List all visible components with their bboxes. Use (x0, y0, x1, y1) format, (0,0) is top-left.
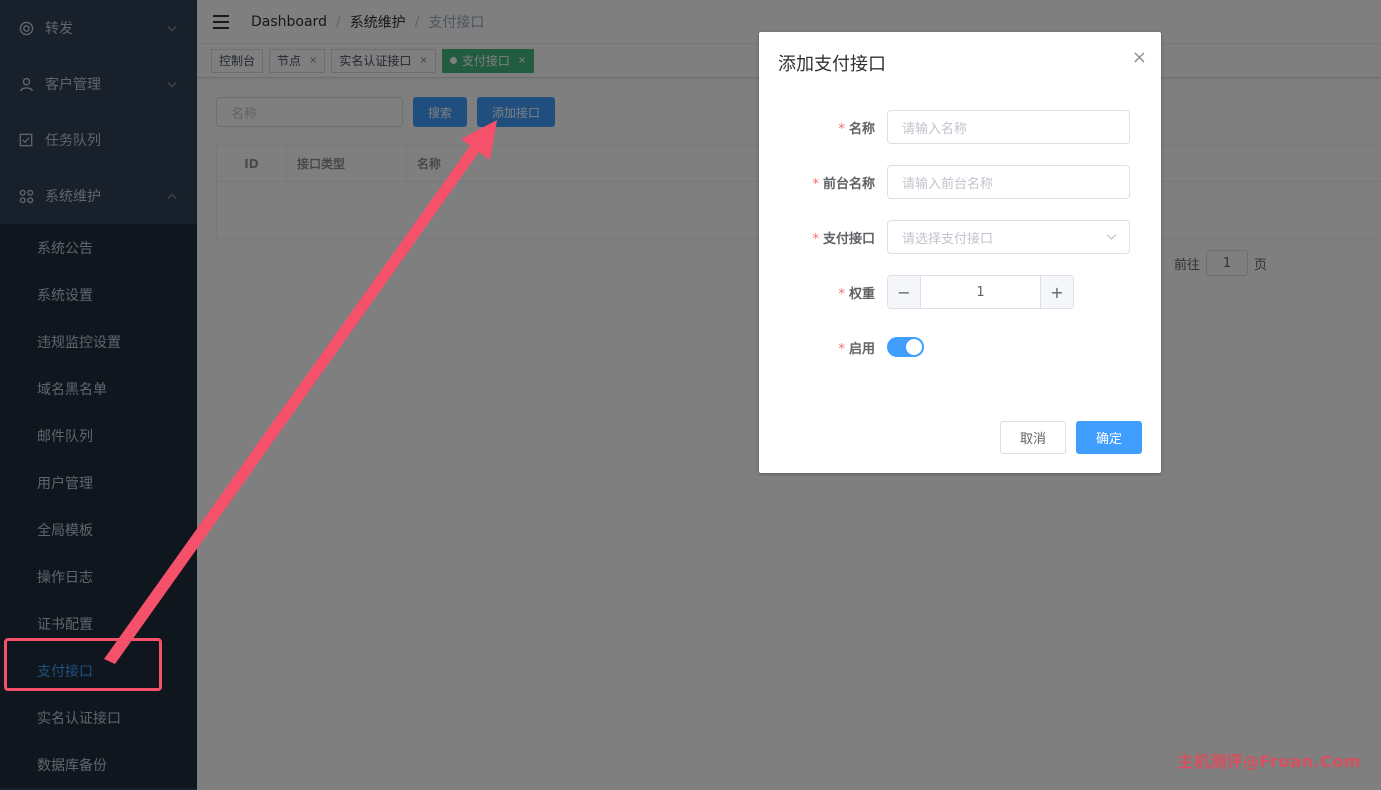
watermark: 主机测评@Fruan.Com (1177, 752, 1361, 771)
form-row-gateway: * 支付接口 请选择支付接口 (759, 220, 1161, 254)
increment-button[interactable]: + (1040, 276, 1073, 308)
front-name-input[interactable]: 请输入前台名称 (887, 165, 1130, 199)
form-row-weight: * 权重 − 1 + (759, 275, 1161, 309)
form-row-enabled: * 启用 (759, 330, 1161, 364)
close-icon[interactable]: × (1132, 49, 1147, 67)
cancel-button[interactable]: 取消 (999, 421, 1066, 454)
form-row-name: * 名称 请输入名称 (759, 110, 1161, 144)
dialog-footer: 取消 确定 (999, 421, 1142, 454)
form-label: * 权重 (838, 286, 875, 302)
add-payment-dialog: 添加支付接口 × * 名称 请输入名称 * 前台名称 请输入前台名称 * 支付接口 请… (759, 32, 1161, 473)
confirm-button[interactable]: 确定 (1075, 421, 1142, 454)
gateway-select[interactable]: 请选择支付接口 (887, 220, 1130, 254)
form-label: * 支付接口 (812, 231, 875, 247)
form-label: * 启用 (838, 341, 875, 357)
enabled-toggle[interactable] (887, 337, 924, 357)
name-input[interactable]: 请输入名称 (887, 110, 1130, 144)
chevron-down-icon (1106, 230, 1117, 245)
weight-value[interactable]: 1 (921, 276, 1040, 308)
form-row-front-name: * 前台名称 请输入前台名称 (759, 165, 1161, 199)
form-label: * 前台名称 (812, 176, 875, 192)
toggle-knob (906, 339, 922, 355)
weight-stepper: − 1 + (887, 275, 1074, 309)
modal-overlay[interactable] (0, 0, 1381, 790)
form-label: * 名称 (838, 121, 875, 137)
select-placeholder: 请选择支付接口 (902, 231, 994, 247)
dialog-title: 添加支付接口 (778, 54, 886, 75)
decrement-button[interactable]: − (888, 276, 921, 308)
